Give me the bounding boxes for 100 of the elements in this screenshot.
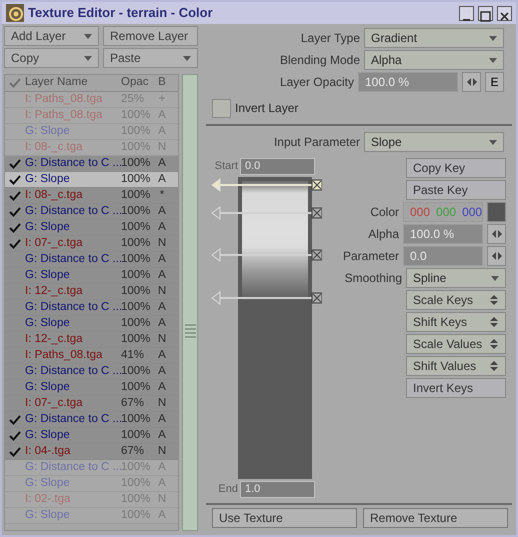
dropdown-value[interactable]: Spline: [413, 269, 446, 287]
checkbox-tick-icon[interactable]: [9, 414, 21, 424]
layer-row[interactable]: G: Distance to C ...100% A: [5, 252, 178, 268]
column-header[interactable]: Opac: [121, 74, 155, 92]
layer-row[interactable]: I: 08-_c.tga 100% *: [5, 188, 178, 204]
up-down-arrows-icon[interactable]: [489, 339, 499, 349]
dropdown[interactable]: Spline: [406, 268, 506, 288]
up-down-arrows-icon[interactable]: [489, 295, 499, 305]
minimize-button[interactable]: [459, 6, 474, 20]
dropdown[interactable]: Alpha: [364, 50, 504, 70]
spinner-button[interactable]: [462, 72, 481, 92]
gradient-bar-drawing[interactable]: [210, 177, 322, 479]
dropdown-button[interactable]: Copy: [4, 48, 99, 68]
layer-row[interactable]: I: 12-_c.tga 100% N: [5, 284, 178, 300]
blend-mode: N: [156, 396, 168, 411]
button[interactable]: Use Texture: [212, 508, 357, 528]
layer-row[interactable]: G: Slope 100% A: [5, 428, 178, 444]
spinner-button[interactable]: Shift Keys: [406, 312, 506, 332]
checkbox-tick-icon[interactable]: [9, 206, 21, 216]
checkbox[interactable]: [212, 98, 231, 118]
numeric-field[interactable]: 100.0 %: [403, 224, 483, 244]
up-down-arrows-icon[interactable]: [489, 317, 499, 327]
field-label: Color: [369, 204, 399, 221]
caret-icon[interactable]: [84, 34, 92, 38]
button-label[interactable]: Scale Keys: [413, 291, 474, 309]
dropdown-value[interactable]: Gradient: [371, 29, 418, 47]
layer-row[interactable]: G: Slope 100% A: [5, 380, 178, 396]
button-label[interactable]: Add Layer: [11, 27, 66, 45]
layer-row[interactable]: G: Distance to C ...100% A: [5, 412, 178, 428]
numeric-field[interactable]: 1.0: [240, 481, 315, 498]
layer-name: G: Distance to C ...: [25, 412, 121, 427]
color-swatch[interactable]: [487, 202, 506, 222]
checkbox-tick-icon[interactable]: [9, 222, 21, 232]
button[interactable]: Remove Layer: [103, 26, 198, 46]
dropdown-value[interactable]: Alpha: [371, 51, 402, 69]
checkbox-tick-icon[interactable]: [9, 174, 21, 184]
layer-name: I: 12-_c.tga: [25, 332, 84, 347]
layer-row[interactable]: I: 07-_c.tga 67% N: [5, 396, 178, 412]
layer-row[interactable]: G: Slope 100% A: [5, 268, 178, 284]
layer-row[interactable]: I: 07-_c.tga 100% N: [5, 236, 178, 252]
close-button[interactable]: [497, 6, 512, 20]
button[interactable]: Copy Key: [406, 158, 506, 178]
left-right-arrows-icon[interactable]: [492, 229, 502, 239]
numeric-field[interactable]: 0.0: [403, 246, 483, 266]
left-right-arrows-icon[interactable]: [466, 77, 476, 87]
dropdown-value[interactable]: Slope: [371, 133, 402, 151]
button-label[interactable]: Shift Keys: [413, 313, 468, 331]
layer-row[interactable]: G: Slope 100% A: [5, 316, 178, 332]
checkbox-tick-icon[interactable]: [9, 446, 21, 456]
layer-row[interactable]: G: Distance to C ...100% A: [5, 204, 178, 220]
button-label[interactable]: Paste: [110, 49, 141, 67]
column-header[interactable]: B: [155, 74, 169, 92]
spinner-button[interactable]: [487, 246, 506, 266]
button[interactable]: Remove Texture: [363, 508, 508, 528]
close-icon[interactable]: [498, 10, 511, 23]
blend-mode: A: [157, 316, 167, 331]
envelope-button[interactable]: E: [485, 72, 504, 92]
scroll-grip-icon[interactable]: [185, 323, 196, 339]
spinner-button[interactable]: Shift Values: [406, 356, 506, 376]
up-down-arrows-icon[interactable]: [489, 361, 499, 371]
button-label[interactable]: Shift Values: [413, 357, 476, 375]
checkbox-tick-icon[interactable]: [9, 430, 21, 440]
color-field[interactable]: 000 000 000: [403, 202, 483, 222]
button-label[interactable]: Scale Values: [413, 335, 482, 353]
layer-row[interactable]: G: Slope 100% A: [5, 220, 178, 236]
layer-row[interactable]: G: Distance to C ...100% A: [5, 300, 178, 316]
dropdown[interactable]: Gradient: [364, 28, 504, 48]
button[interactable]: Invert Keys: [406, 378, 506, 398]
scrollbar[interactable]: [182, 74, 198, 531]
numeric-field[interactable]: 0.0: [240, 158, 315, 175]
maximize-icon[interactable]: [479, 10, 492, 23]
caret-icon[interactable]: [491, 276, 499, 280]
button[interactable]: Paste Key: [406, 180, 506, 200]
spinner-button[interactable]: Scale Keys: [406, 290, 506, 310]
layer-row[interactable]: G: Distance to C ...100% A: [5, 156, 178, 172]
layer-row[interactable]: I: 12-_c.tga 100% N: [5, 332, 178, 348]
caret-icon[interactable]: [489, 36, 497, 40]
checkbox-tick-icon[interactable]: [9, 158, 21, 168]
caret-icon[interactable]: [183, 56, 191, 60]
caret-icon[interactable]: [84, 56, 92, 60]
caret-icon[interactable]: [489, 140, 497, 144]
button-label[interactable]: Copy: [11, 49, 40, 67]
checkbox-label[interactable]: Invert Layer: [235, 99, 298, 117]
checkbox-tick-icon[interactable]: [9, 238, 21, 248]
spinner-button[interactable]: Scale Values: [406, 334, 506, 354]
spinner-button[interactable]: [487, 224, 506, 244]
checkbox-tick-icon[interactable]: [9, 190, 21, 200]
layer-name: I: 08-_c.tga: [25, 140, 84, 155]
layer-row[interactable]: G: Distance to C ...100% A: [5, 364, 178, 380]
layer-row[interactable]: I: 04-.tga 67% N: [5, 444, 178, 460]
dropdown[interactable]: Slope: [364, 132, 504, 152]
layer-row[interactable]: I: Paths_08.tga 41% A: [5, 348, 178, 364]
caret-icon[interactable]: [489, 58, 497, 62]
dropdown-button[interactable]: Paste: [103, 48, 198, 68]
left-right-arrows-icon[interactable]: [492, 251, 502, 261]
dropdown-button[interactable]: Add Layer: [4, 26, 99, 46]
layer-row[interactable]: G: Slope 100% A: [5, 172, 178, 188]
maximize-button[interactable]: [478, 6, 493, 20]
column-header[interactable]: Layer Name: [25, 74, 121, 92]
numeric-field[interactable]: 100.0 %: [358, 72, 458, 92]
